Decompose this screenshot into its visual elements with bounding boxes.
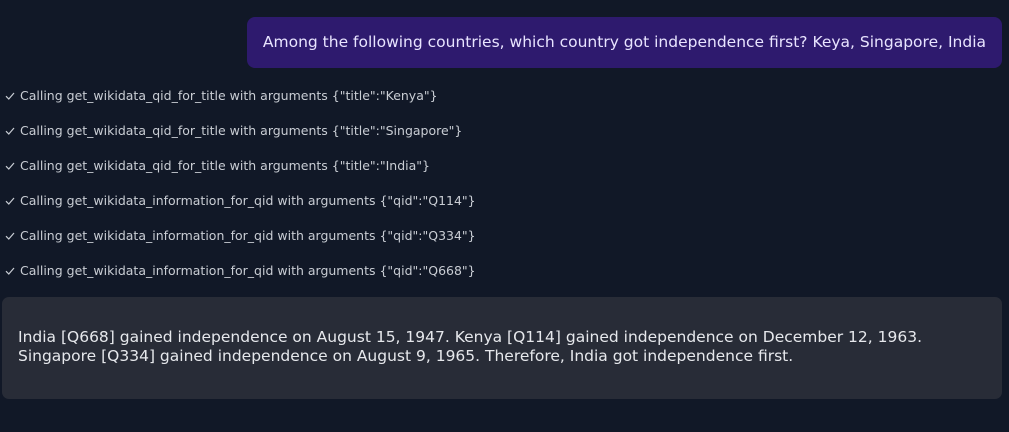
tool-call-text: Calling get_wikidata_information_for_qid… <box>20 228 476 243</box>
tool-call-item: Calling get_wikidata_qid_for_title with … <box>0 78 700 113</box>
tool-call-item: Calling get_wikidata_qid_for_title with … <box>0 148 700 183</box>
user-message-row: Among the following countries, which cou… <box>246 17 1002 68</box>
tool-call-item: Calling get_wikidata_information_for_qid… <box>0 183 700 218</box>
tool-call-text: Calling get_wikidata_qid_for_title with … <box>20 88 438 103</box>
check-icon <box>0 196 20 206</box>
tool-call-text: Calling get_wikidata_qid_for_title with … <box>20 123 463 138</box>
check-icon <box>0 231 20 241</box>
assistant-answer-text: India [Q668] gained independence on Augu… <box>18 328 923 365</box>
assistant-answer-bubble: India [Q668] gained independence on Augu… <box>2 297 1002 399</box>
tool-call-item: Calling get_wikidata_qid_for_title with … <box>0 113 700 148</box>
tool-call-text: Calling get_wikidata_information_for_qid… <box>20 263 476 278</box>
tool-call-item: Calling get_wikidata_information_for_qid… <box>0 218 700 253</box>
check-icon <box>0 91 20 101</box>
check-icon <box>0 161 20 171</box>
tool-call-text: Calling get_wikidata_qid_for_title with … <box>20 158 431 173</box>
check-icon <box>0 266 20 276</box>
user-message-bubble: Among the following countries, which cou… <box>246 17 1002 68</box>
tool-call-list: Calling get_wikidata_qid_for_title with … <box>0 78 700 288</box>
tool-call-text: Calling get_wikidata_information_for_qid… <box>20 193 476 208</box>
tool-call-item: Calling get_wikidata_information_for_qid… <box>0 253 700 288</box>
check-icon <box>0 126 20 136</box>
